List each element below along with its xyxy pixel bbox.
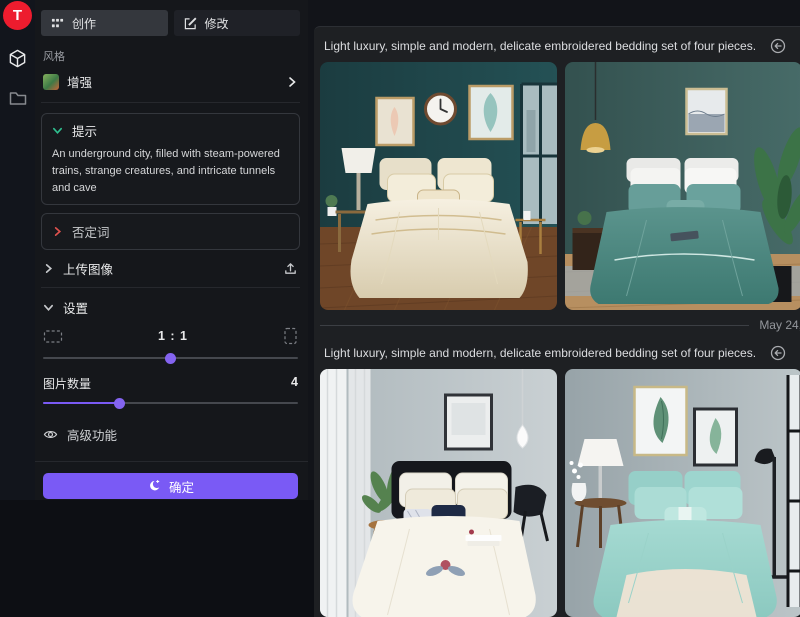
chevron-right-icon	[52, 226, 63, 237]
tab-modify[interactable]: 修改	[174, 10, 301, 36]
date-label: May 24,	[759, 318, 800, 332]
image-count-value: 4	[291, 375, 298, 392]
bedroom-image-cream	[320, 62, 557, 310]
negative-prompt-box[interactable]: 否定词	[41, 213, 300, 250]
generated-image-card[interactable]	[320, 62, 557, 310]
mode-tabs: 创作 修改	[41, 10, 300, 36]
tab-create-label: 创作	[72, 15, 96, 32]
upload-image-label: 上传图像	[63, 259, 113, 278]
bedroom-image-white	[320, 369, 557, 617]
style-section-label: 风格	[43, 48, 298, 64]
aspect-slider[interactable]	[43, 351, 298, 364]
eye-icon	[43, 428, 58, 441]
upload-image-row[interactable]: 上传图像	[41, 250, 300, 288]
aspect-ratio-row: 1 : 1	[41, 322, 300, 350]
generation-prompt-text: Light luxury, simple and modern, delicat…	[324, 346, 756, 360]
prompt-input[interactable]: An underground city, filled with steam-p…	[52, 146, 289, 197]
style-thumbnail	[43, 74, 59, 90]
gallery-panel: Light luxury, simple and modern, delicat…	[314, 26, 800, 617]
slider-knob[interactable]	[165, 353, 176, 364]
moon-sparkle-icon	[147, 479, 161, 493]
divider-line	[320, 325, 749, 326]
chevron-down-icon	[52, 125, 63, 136]
reuse-prompt-icon[interactable]	[770, 38, 786, 54]
chevron-right-icon	[286, 76, 298, 88]
gallery: Light luxury, simple and modern, delicat…	[308, 0, 800, 500]
models-nav-item[interactable]	[7, 47, 29, 69]
image-row-1	[320, 62, 794, 310]
bedroom-image-mint	[565, 369, 800, 617]
generation-group-2: Light luxury, simple and modern, delicat…	[320, 337, 794, 617]
style-selector[interactable]: 增强	[41, 70, 300, 103]
confirm-button[interactable]: 确定	[43, 473, 298, 499]
generation-group-1: Light luxury, simple and modern, delicat…	[320, 30, 794, 310]
grid-icon	[51, 17, 64, 30]
image-count-slider[interactable]	[43, 396, 298, 409]
folder-icon	[9, 90, 27, 106]
date-divider: May 24,	[320, 310, 794, 337]
image-count-label: 图片数量	[43, 375, 91, 392]
edit-icon	[184, 17, 197, 30]
style-value: 增强	[67, 72, 92, 91]
bedroom-image-teal	[565, 62, 800, 310]
reuse-prompt-icon[interactable]	[770, 345, 786, 361]
image-row-2	[320, 369, 794, 617]
generation-prompt-row: Light luxury, simple and modern, delicat…	[320, 337, 794, 369]
advanced-features-toggle[interactable]: 高级功能	[41, 413, 300, 456]
settings-toggle[interactable]: 设置	[41, 288, 300, 322]
confirm-button-label: 确定	[169, 477, 194, 496]
generated-image-card[interactable]	[320, 369, 557, 617]
prompt-box-header[interactable]: 提示	[52, 121, 289, 140]
negative-prompt-label: 否定词	[72, 222, 110, 241]
generated-image-card[interactable]	[565, 369, 800, 617]
landscape-icon	[43, 329, 63, 344]
cube-icon	[8, 49, 27, 68]
tab-create[interactable]: 创作	[41, 10, 168, 36]
settings-label: 设置	[63, 298, 88, 317]
app-root: T 创作	[0, 0, 800, 500]
generation-panel: 创作 修改 风格 增强 提示 An underground city, fill…	[35, 0, 308, 500]
slider-knob[interactable]	[114, 398, 125, 409]
slider-fill	[43, 402, 120, 404]
chevron-down-icon	[43, 302, 54, 313]
user-avatar[interactable]: T	[3, 1, 32, 30]
generation-prompt-text: Light luxury, simple and modern, delicat…	[324, 39, 756, 53]
image-count-row: 图片数量 4	[41, 368, 300, 395]
files-nav-item[interactable]	[7, 87, 29, 109]
generation-prompt-row: Light luxury, simple and modern, delicat…	[320, 30, 794, 62]
upload-icon[interactable]	[283, 261, 298, 276]
tab-modify-label: 修改	[205, 15, 229, 32]
advanced-features-label: 高级功能	[67, 425, 117, 444]
chevron-right-icon	[43, 263, 54, 274]
panel-divider	[35, 461, 308, 462]
left-rail: T	[0, 0, 35, 500]
prompt-label: 提示	[72, 121, 97, 140]
generated-image-card[interactable]	[565, 62, 800, 310]
aspect-ratio-value: 1 : 1	[158, 329, 188, 343]
portrait-icon	[283, 327, 298, 345]
prompt-box[interactable]: 提示 An underground city, filled with stea…	[41, 113, 300, 205]
